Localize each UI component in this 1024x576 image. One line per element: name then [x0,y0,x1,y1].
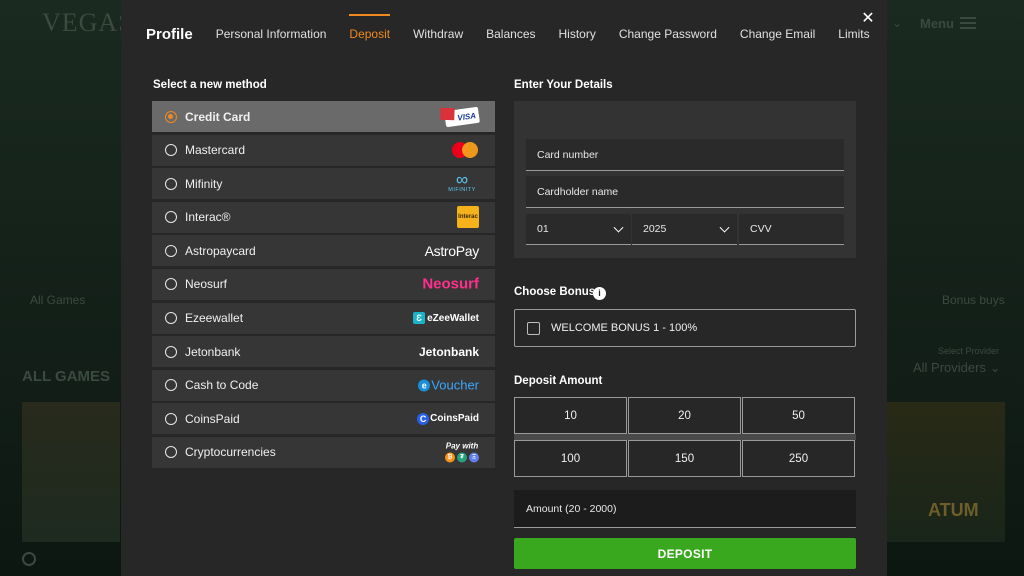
method-label: CoinsPaid [185,411,240,426]
amount-preset-button[interactable]: 250 [742,440,855,477]
amount-preset-button[interactable]: 100 [514,440,627,477]
radio-button[interactable] [165,144,177,157]
bonus-checkbox[interactable] [527,321,540,335]
all-games-heading: ALL GAMES [22,368,111,385]
radio-button[interactable] [165,177,177,190]
deposit-amount-heading: Deposit Amount [514,375,603,387]
hamburger-icon [960,17,976,29]
method-label: Jetonbank [185,344,241,359]
tab-change-password[interactable]: Change Password [619,14,717,54]
card-number-input[interactable]: Card number [526,139,844,171]
radio-button[interactable] [165,379,177,392]
tab-balances[interactable]: Balances [486,14,535,54]
evoucher-icon: e Voucher [418,378,479,393]
details-heading: Enter Your Details [514,79,613,91]
jetonbank-icon: Jetonbank [418,344,479,359]
radio-button[interactable] [165,110,177,123]
welcome-bonus-option[interactable]: WELCOME BONUS 1 - 100% [514,309,856,347]
ezeewallet-icon: ƐeZeeWallet [413,312,479,325]
visa-icon: VISA [444,106,480,127]
method-label: Credit Card [185,109,251,124]
expiry-year-select[interactable]: 2025 [632,214,737,245]
tab-history[interactable]: History [559,14,596,54]
methods-heading: Select a new method [153,79,267,91]
modal-title: Profile [146,25,193,43]
close-icon[interactable]: ✕ [860,10,876,28]
games-count: All Games [30,293,86,307]
method-credit-card[interactable]: Credit Card VISA [152,101,495,132]
amount-preset-button[interactable]: 10 [514,397,627,434]
cvv-input[interactable]: CVV [739,214,844,245]
menu-label: Menu [920,16,954,31]
amount-input[interactable]: Amount (20 - 2000) [514,490,856,528]
radio-button[interactable] [165,312,177,325]
radio-button[interactable] [165,211,177,224]
profile-tabs: Profile Personal Information Deposit Wit… [146,14,893,54]
method-label: Mastercard [185,143,246,158]
cardholder-name-input[interactable]: Cardholder name [526,176,844,208]
bonus-buys-link: Bonus buys [942,293,1005,307]
method-mifinity[interactable]: Mifinity ∞ MIFINITY [152,168,495,200]
expiry-month-select[interactable]: 01 [526,214,631,245]
radio-button[interactable] [165,412,177,425]
chevron-down-icon [719,222,730,233]
game-tile [22,402,120,542]
method-label: Cryptocurrencies [185,445,276,460]
method-coinspaid[interactable]: CoinsPaid C CoinsPaid [152,403,495,435]
radio-button[interactable] [165,278,177,291]
method-label: Astropaycard [185,243,256,258]
month-value: 01 [537,223,549,235]
tab-deposit[interactable]: Deposit [349,14,390,54]
neosurf-icon: Neosurf [422,275,479,293]
amount-preset-button[interactable]: 20 [628,397,741,434]
select-provider-label: Select Provider [938,346,1000,356]
radio-button[interactable] [165,244,177,257]
method-label: Neosurf [185,277,228,292]
tab-personal-information[interactable]: Personal Information [216,14,327,54]
method-cash-to-code[interactable]: Cash to Code e Voucher [152,369,495,401]
site-logo: VEGAS [42,8,134,37]
method-astropaycard[interactable]: Astropaycard AstroPay [152,235,495,267]
method-interac[interactable]: Interac® Interac [152,201,495,233]
method-label: Mifinity [185,176,223,191]
mifinity-icon: ∞ MIFINITY [448,169,476,193]
method-jetonbank[interactable]: Jetonbank Jetonbank [152,336,495,368]
amount-preset-button[interactable]: 50 [742,397,855,434]
radio-button[interactable] [165,446,177,459]
tab-withdraw[interactable]: Withdraw [413,14,463,54]
method-label: Ezeewallet [185,311,244,326]
crypto-icon: Pay with ₿ ₮ Ξ [445,441,479,463]
all-providers-dropdown: All Providers ⌄ [913,360,1001,375]
tab-change-email[interactable]: Change Email [740,14,815,54]
astropay-icon: AstroPay [424,242,480,259]
game-tile-title: ATUM [928,500,979,520]
chevron-down-icon [613,222,624,233]
bonus-label: WELCOME BONUS 1 - 100% [551,322,698,334]
clock-icon [22,552,36,566]
payment-method-list: Credit Card VISA Mastercard Mifinity ∞ MI… [152,101,495,471]
method-neosurf[interactable]: Neosurf Neosurf [152,268,495,300]
method-ezeewallet[interactable]: Ezeewallet ƐeZeeWallet [152,302,495,334]
interac-icon: Interac [457,206,479,229]
year-value: 2025 [643,223,667,235]
method-label: Interac® [185,210,231,225]
info-icon[interactable]: i [593,287,606,300]
deposit-button[interactable]: DEPOSIT [514,538,856,569]
chevron-down-icon: ⌄ [892,16,903,30]
method-label: Cash to Code [185,378,259,393]
method-cryptocurrencies[interactable]: Cryptocurrencies Pay with ₿ ₮ Ξ [152,436,495,468]
radio-button[interactable] [165,345,177,358]
coinspaid-icon: C CoinsPaid [417,412,479,425]
bonus-heading: Choose Bonus [514,286,596,298]
game-tile [887,402,1005,542]
method-mastercard[interactable]: Mastercard [152,134,495,166]
amount-preset-button[interactable]: 150 [628,440,741,477]
mastercard-icon [451,141,479,159]
